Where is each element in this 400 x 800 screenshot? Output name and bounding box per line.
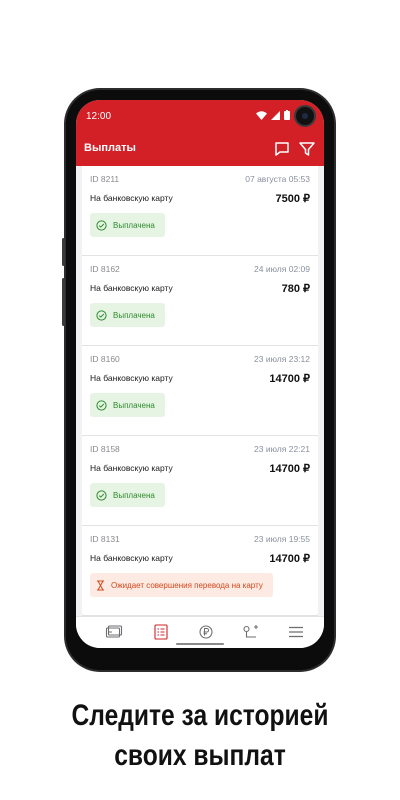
status-badge: Выплачена: [90, 303, 165, 327]
check-circle-icon: [96, 309, 107, 321]
payout-id: ID 8158: [90, 444, 120, 454]
payout-method: На банковскую карту: [90, 283, 173, 293]
status-label: Ожидает совершения перевода на карту: [111, 580, 263, 590]
payout-item[interactable]: ID 8131 23 июля 19:55 На банковскую карт…: [82, 526, 318, 616]
status-label: Выплачена: [113, 490, 155, 500]
payout-amount: 7500 ₽: [275, 193, 310, 205]
payout-method: На банковскую карту: [90, 193, 173, 203]
payout-amount: 14700 ₽: [269, 463, 310, 475]
status-badge: Ожидает совершения перевода на карту: [90, 573, 273, 597]
status-label: Выплачена: [113, 310, 155, 320]
payout-id: ID 8162: [90, 264, 120, 274]
payout-date: 23 июля 23:12: [254, 354, 310, 364]
menu-icon[interactable]: [287, 624, 305, 640]
payout-id: ID 8160: [90, 354, 120, 364]
status-label: Выплачена: [113, 400, 155, 410]
chat-icon[interactable]: [273, 140, 291, 158]
route-icon[interactable]: [242, 624, 260, 640]
bottom-navigation: [76, 616, 324, 648]
check-circle-icon: [96, 219, 107, 231]
payout-date: 23 июля 22:21: [254, 444, 310, 454]
payout-date: 23 июля 19:55: [254, 534, 310, 544]
payout-amount: 14700 ₽: [269, 553, 310, 565]
payout-item[interactable]: ID 8158 23 июля 22:21 На банковскую карт…: [82, 436, 318, 526]
signal-icon: [271, 110, 280, 120]
status-badge: Выплачена: [90, 483, 165, 507]
check-circle-icon: [96, 399, 107, 411]
status-bar: 12:00: [76, 100, 324, 132]
payouts-list-icon[interactable]: [152, 624, 170, 640]
status-badge: Выплачена: [90, 393, 165, 417]
payouts-list: ID 8211 07 августа 05:53 На банковскую к…: [76, 166, 324, 616]
page-title: Выплаты: [84, 142, 136, 154]
cards-icon[interactable]: [105, 624, 123, 640]
payout-date: 24 июля 02:09: [254, 264, 310, 274]
payout-method: На банковскую карту: [90, 553, 173, 563]
front-camera: [294, 105, 316, 127]
home-indicator: [176, 643, 224, 645]
caption-line: Следите за историей: [71, 699, 329, 732]
payout-method: На банковскую карту: [90, 463, 173, 473]
payout-date: 07 августа 05:53: [245, 174, 310, 184]
app-screen: 12:00 Выплаты ID 8211 07 августа 05:53 Н…: [76, 100, 324, 648]
status-label: Выплачена: [113, 220, 155, 230]
volume-button: [62, 278, 65, 326]
promo-caption: Следите за историей своих выплат: [36, 696, 364, 776]
wifi-icon: [256, 110, 267, 120]
app-bar: Выплаты: [76, 132, 324, 166]
payout-id: ID 8131: [90, 534, 120, 544]
promo-screen: 12:00 Выплаты ID 8211 07 августа 05:53 Н…: [0, 0, 400, 800]
check-circle-icon: [96, 489, 107, 501]
payout-amount: 780 ₽: [281, 283, 310, 295]
ruble-exchange-icon[interactable]: [197, 624, 215, 640]
payout-id: ID 8211: [90, 174, 120, 184]
caption-line: своих выплат: [114, 739, 286, 772]
payouts-card: ID 8211 07 августа 05:53 На банковскую к…: [82, 166, 318, 616]
battery-icon: [284, 110, 290, 120]
payout-amount: 14700 ₽: [269, 373, 310, 385]
payout-item[interactable]: ID 8162 24 июля 02:09 На банковскую карт…: [82, 256, 318, 346]
volume-button: [62, 238, 65, 266]
filter-icon[interactable]: [298, 140, 316, 158]
payout-item[interactable]: ID 8160 23 июля 23:12 На банковскую карт…: [82, 346, 318, 436]
payout-method: На банковскую карту: [90, 373, 173, 383]
status-badge: Выплачена: [90, 213, 165, 237]
hourglass-icon: [97, 580, 104, 590]
phone-frame: 12:00 Выплаты ID 8211 07 августа 05:53 Н…: [62, 88, 336, 672]
status-time: 12:00: [86, 111, 112, 122]
payout-item[interactable]: ID 8211 07 августа 05:53 На банковскую к…: [82, 166, 318, 256]
